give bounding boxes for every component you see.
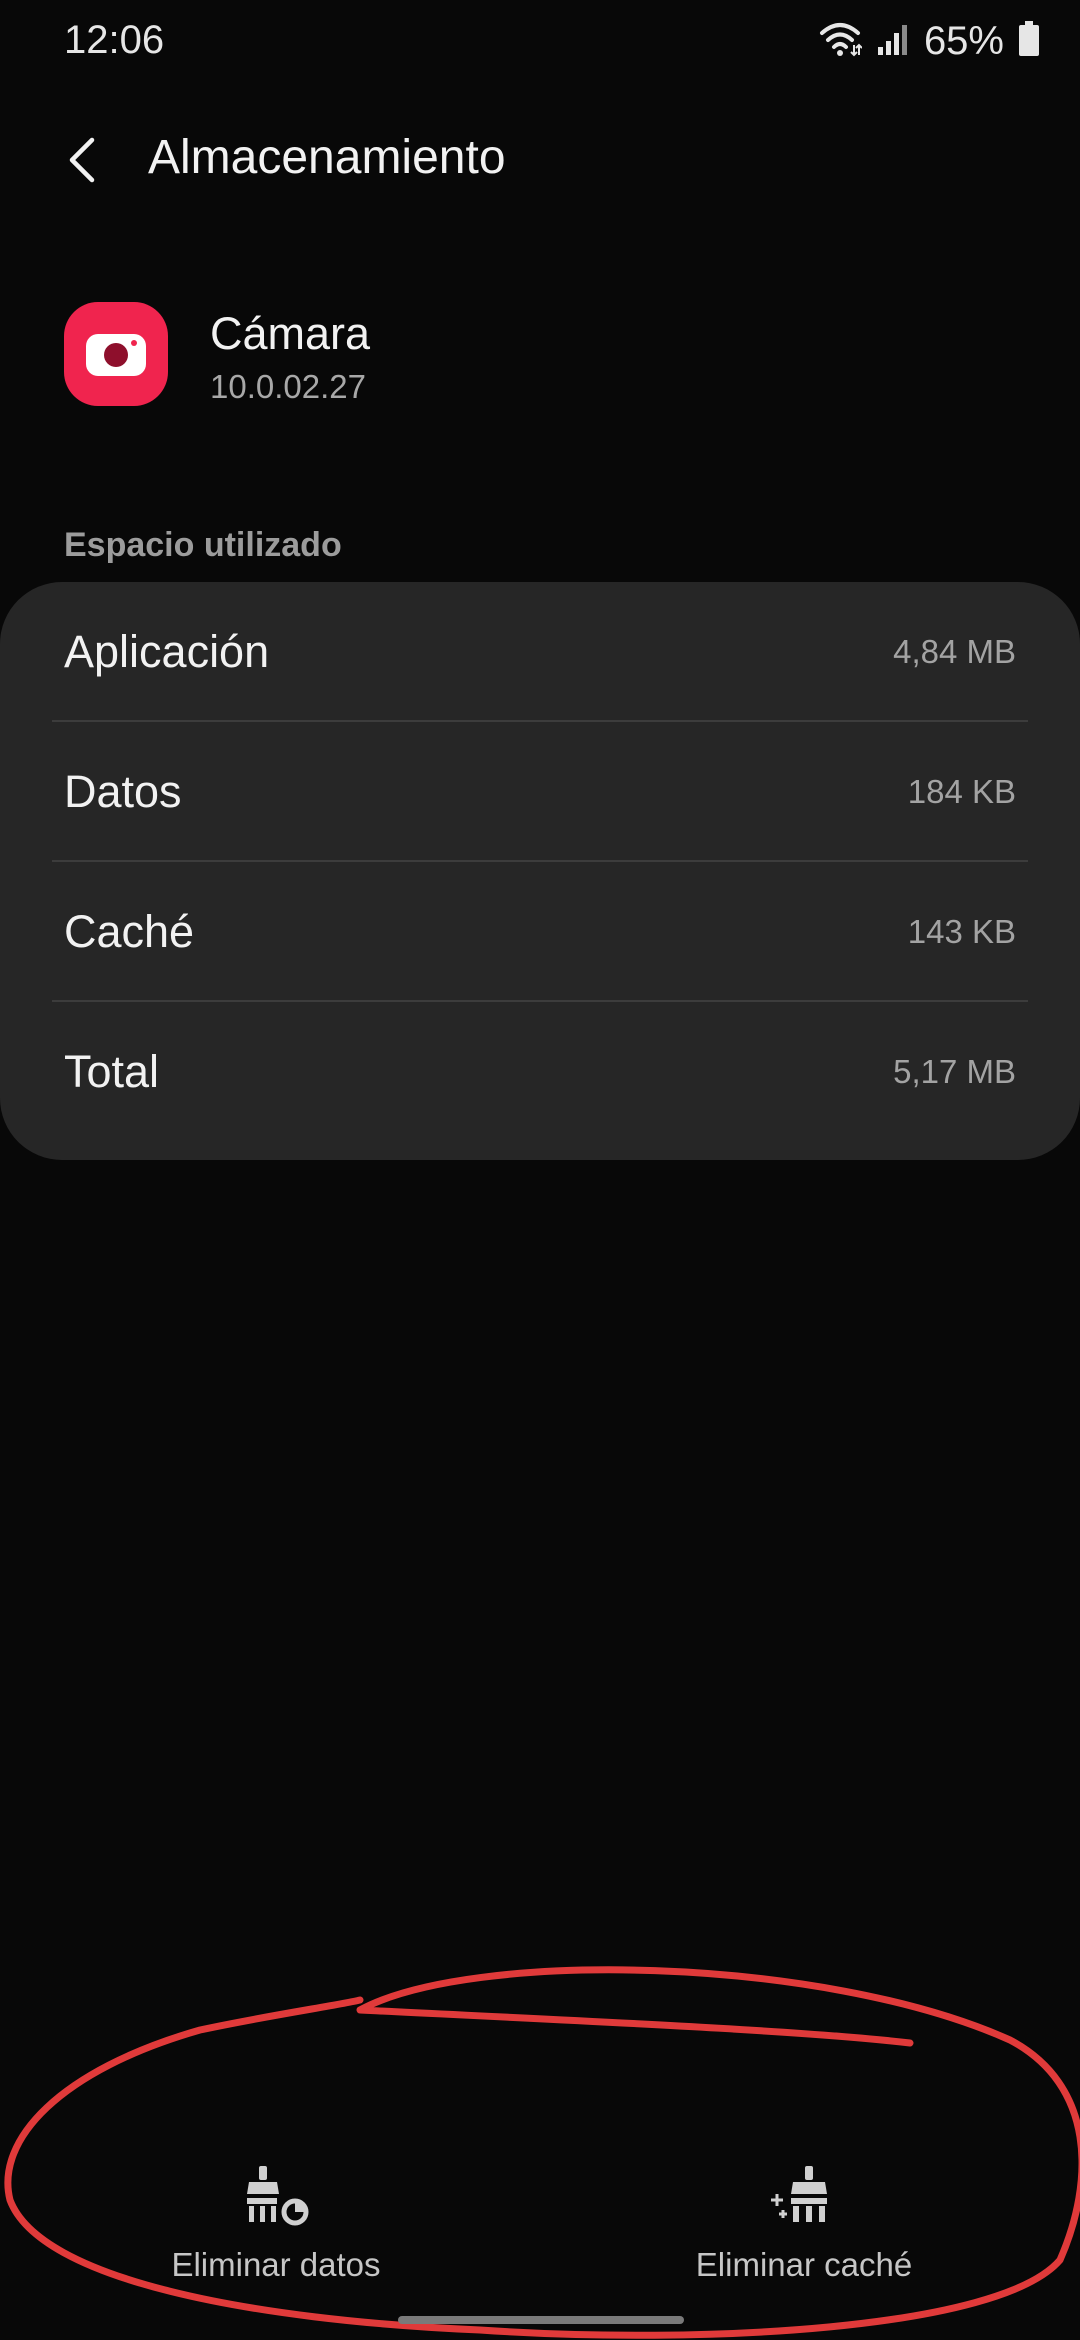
- status-time: 12:06: [64, 18, 165, 62]
- camera-icon: [64, 302, 168, 406]
- row-value: 5,17 MB: [893, 1053, 1016, 1090]
- battery-icon: [1018, 20, 1040, 62]
- back-button[interactable]: [46, 124, 118, 196]
- app-version: 10.0.02.27: [210, 368, 366, 405]
- wifi-icon: [818, 19, 863, 64]
- app-name: Cámara: [210, 308, 371, 359]
- storage-row-data: Datos 184 KB: [52, 722, 1028, 862]
- storage-row-total: Total 5,17 MB: [52, 1002, 1028, 1142]
- bottom-action-bar: Eliminar datos Eliminar caché: [0, 2150, 1080, 2300]
- section-label-used-space: Espacio utilizado: [64, 526, 342, 564]
- clear-data-label: Eliminar datos: [171, 2246, 381, 2283]
- status-bar: 12:06 65%: [0, 0, 1080, 84]
- row-label: Total: [64, 1046, 160, 1097]
- row-value: 184 KB: [907, 773, 1016, 810]
- nav-gesture-bar[interactable]: [398, 2316, 684, 2324]
- battery-percent: 65%: [923, 18, 1004, 63]
- row-value: 143 KB: [907, 913, 1016, 950]
- page-title: Almacenamiento: [148, 131, 506, 184]
- clear-cache-button[interactable]: Eliminar caché: [614, 2150, 994, 2290]
- storage-row-cache: Caché 143 KB: [52, 862, 1028, 1002]
- status-icons: 65%: [818, 16, 1040, 66]
- row-value: 4,84 MB: [893, 633, 1016, 670]
- app-bar: Almacenamiento: [0, 112, 1080, 208]
- signal-icon: [876, 21, 910, 62]
- chevron-left-icon: [69, 137, 95, 183]
- row-label: Datos: [64, 766, 182, 817]
- clear-cache-icon: [771, 2166, 827, 2222]
- storage-row-app: Aplicación 4,84 MB: [52, 582, 1028, 722]
- app-info: Cámara 10.0.02.27: [64, 302, 964, 412]
- clear-cache-label: Eliminar caché: [695, 2246, 913, 2283]
- row-label: Caché: [64, 906, 195, 957]
- clear-data-icon: [247, 2166, 309, 2226]
- storage-card: Aplicación 4,84 MB Datos 184 KB Caché 14…: [0, 582, 1080, 1160]
- clear-data-button[interactable]: Eliminar datos: [86, 2150, 466, 2290]
- row-label: Aplicación: [64, 626, 270, 677]
